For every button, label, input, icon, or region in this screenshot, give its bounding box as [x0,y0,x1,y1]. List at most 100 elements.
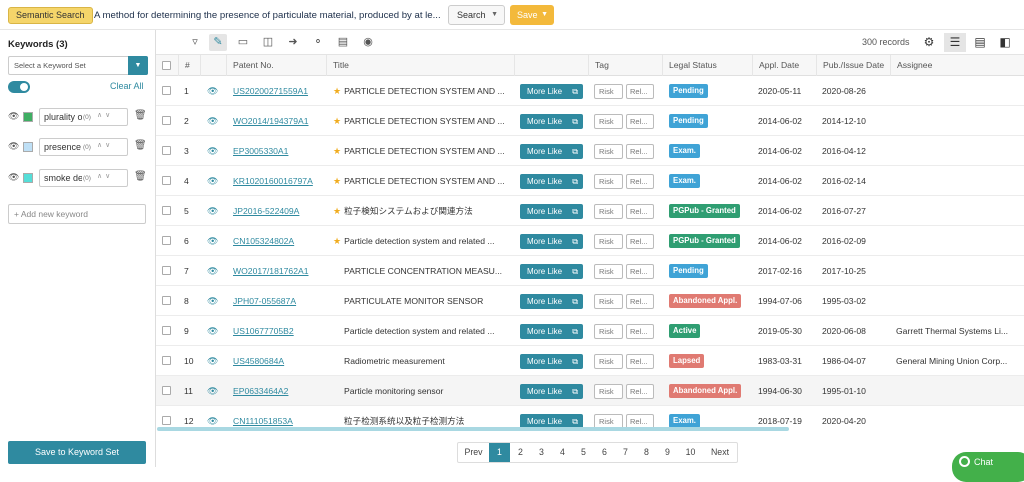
keyword-color-swatch[interactable] [23,112,33,122]
row-checkbox[interactable] [162,296,171,305]
page-8-button[interactable]: 8 [636,443,657,462]
patent-number-link[interactable]: EP3005330A1 [233,146,288,156]
more-like-button[interactable]: More Like ⧉ [520,294,583,309]
risk-tag-button[interactable]: Risk [594,174,623,189]
trash-icon[interactable]: 🗑 [134,110,147,121]
page-5-button[interactable]: 5 [573,443,594,462]
more-like-button[interactable]: More Like ⧉ [520,324,583,339]
header-tag[interactable]: Tag [588,55,662,76]
more-like-button[interactable]: More Like ⧉ [520,354,583,369]
header-title[interactable]: Title [326,55,514,76]
row-checkbox[interactable] [162,236,171,245]
table-row[interactable]: 7 👁 WO2017/181762A1 PARTICLE CONCENTRATION … [156,256,1024,286]
header-appl-date[interactable]: Appl. Date [752,55,816,76]
caret-down-icon[interactable]: ▼ [128,56,148,75]
eye-icon[interactable]: 👁 [207,136,218,166]
select-all-checkbox[interactable] [162,61,171,70]
row-checkbox[interactable] [162,266,171,275]
eye-icon[interactable]: 👁 [207,76,218,106]
eye-icon[interactable]: 👁 [207,256,218,286]
keyword-stepper-icon[interactable]: ∧∨ [97,111,113,119]
detail-view-icon[interactable]: ◧ [994,33,1016,52]
risk-tag-button[interactable]: Risk [594,354,623,369]
trash-icon[interactable]: 🗑 [134,140,147,151]
risk-tag-button[interactable]: Risk [594,114,623,129]
relevance-tag-button[interactable]: Rel... [626,84,654,99]
more-like-button[interactable]: More Like ⧉ [520,384,583,399]
more-like-button[interactable]: More Like ⧉ [520,144,583,159]
prev-page-button[interactable]: Prev [458,443,489,462]
table-row[interactable]: 4 👁 KR1020160016797A ★ PARTICLE DETECTION SY… [156,166,1024,196]
trash-icon[interactable]: 🗑 [134,171,147,182]
table-row[interactable]: 9 👁 US10677705B2 Particle detection system … [156,316,1024,346]
table-row[interactable]: 10 👁 US4580684A Radiometric measurement More… [156,346,1024,376]
risk-tag-button[interactable]: Risk [594,324,623,339]
table-row[interactable]: 8 👁 JPH07-055687A PARTICULATE MONITOR SENSO… [156,286,1024,316]
tag-icon[interactable]: ⚬ [309,34,327,51]
risk-tag-button[interactable]: Risk [594,204,623,219]
horizontal-scrollbar[interactable] [157,427,789,431]
table-row[interactable]: 2 👁 WO2014/194379A1 ★ PARTICLE DETECTION SYS… [156,106,1024,136]
keyword-field[interactable]: plurality o (0) ∧∨ [39,108,128,126]
relevance-tag-button[interactable]: Rel... [626,144,654,159]
row-checkbox[interactable] [162,116,171,125]
keyword-field[interactable]: presence (0) ∧∨ [39,138,128,156]
pen-icon[interactable]: ✎ [209,34,227,51]
eye-icon[interactable]: 👁 [207,166,218,196]
relevance-tag-button[interactable]: Rel... [626,174,654,189]
save-to-keyword-set-button[interactable]: Save to Keyword Set [8,441,146,464]
eye-icon[interactable]: 👁 [207,226,218,256]
search-button[interactable]: Search ▼ [448,5,505,25]
more-like-button[interactable]: More Like ⧉ [520,264,583,279]
relevance-tag-button[interactable]: Rel... [626,114,654,129]
patent-title[interactable]: PARTICLE DETECTION SYSTEM AND ... [344,86,505,96]
table-row[interactable]: 5 👁 JP2016-522409A ★ 粒子検知システムおよび関連方法 More Lik… [156,196,1024,226]
relevance-tag-button[interactable]: Rel... [626,384,654,399]
eye-icon[interactable]: 👁 [207,196,218,226]
header-assignee[interactable]: Assignee [890,55,1024,76]
eye-icon[interactable]: 👁 [207,106,218,136]
risk-tag-button[interactable]: Risk [594,384,623,399]
relevance-tag-button[interactable]: Rel... [626,354,654,369]
patent-title[interactable]: 粒子检测系统以及粒子检测方法 [344,416,464,426]
page-10-button[interactable]: 10 [678,443,703,462]
star-icon[interactable]: ★ [333,176,341,186]
page-4-button[interactable]: 4 [552,443,573,462]
risk-tag-button[interactable]: Risk [594,234,623,249]
patent-title[interactable]: PARTICLE DETECTION SYSTEM AND ... [344,116,505,126]
page-7-button[interactable]: 7 [615,443,636,462]
page-3-button[interactable]: 3 [531,443,552,462]
monitor-icon[interactable]: ▭ [234,34,252,51]
relevance-tag-button[interactable]: Rel... [626,264,654,279]
patent-title[interactable]: PARTICLE CONCENTRATION MEASU... [344,266,502,276]
risk-tag-button[interactable]: Risk [594,294,623,309]
keyword-color-swatch[interactable] [23,173,33,183]
patent-title[interactable]: PARTICLE DETECTION SYSTEM AND ... [344,176,505,186]
patent-title[interactable]: 粒子検知システムおよび関連方法 [344,206,473,216]
keyword-field[interactable]: smoke de (0) ∧∨ [39,169,128,187]
keyword-stepper-icon[interactable]: ∧∨ [97,172,113,180]
page-6-button[interactable]: 6 [594,443,615,462]
patent-title[interactable]: PARTICULATE MONITOR SENSOR [344,296,483,306]
more-like-button[interactable]: More Like ⧉ [520,174,583,189]
eye-icon[interactable]: 👁 [8,172,19,183]
star-icon[interactable]: ★ [333,146,341,156]
patent-number-link[interactable]: KR1020160016797A [233,176,313,186]
row-checkbox[interactable] [162,356,171,365]
relevance-tag-button[interactable]: Rel... [626,234,654,249]
semantic-search-badge[interactable]: Semantic Search [8,7,93,24]
patent-title[interactable]: Radiometric measurement [344,356,445,366]
eye-icon[interactable]: 👁 [207,346,218,376]
eye-icon[interactable]: 👁 [207,316,218,346]
table-row[interactable]: 11 👁 EP0633464A2 Particle monitoring sensor… [156,376,1024,406]
relevance-tag-button[interactable]: Rel... [626,324,654,339]
relevance-tag-button[interactable]: Rel... [626,294,654,309]
row-checkbox[interactable] [162,176,171,185]
star-icon[interactable]: ★ [333,116,341,126]
folder-icon[interactable]: ▤ [334,34,352,51]
search-query-input[interactable]: A method for determining the presence of… [94,7,446,24]
patent-number-link[interactable]: US10677705B2 [233,326,294,336]
table-row[interactable]: 3 👁 EP3005330A1 ★ PARTICLE DETECTION SYSTEM … [156,136,1024,166]
patent-number-link[interactable]: WO2017/181762A1 [233,266,309,276]
patent-title[interactable]: Particle monitoring sensor [344,386,443,396]
